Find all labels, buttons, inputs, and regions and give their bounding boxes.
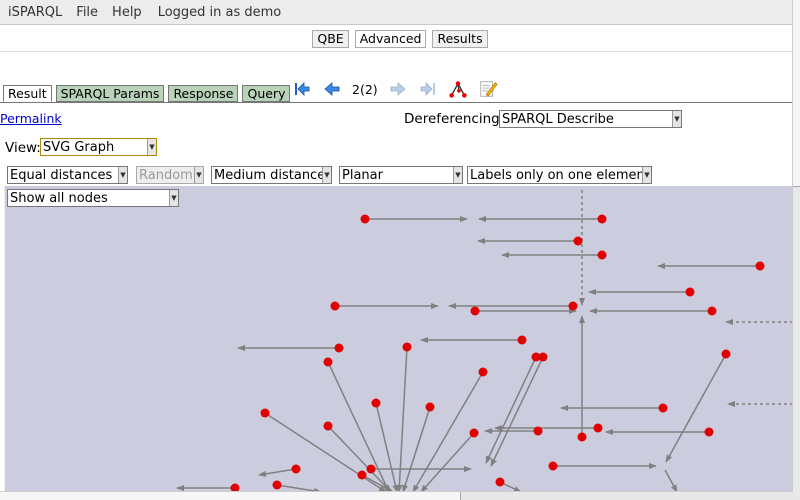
graph-node[interactable] — [533, 426, 543, 436]
tab-sparql-params[interactable]: SPARQL Params — [55, 85, 165, 102]
graph-node[interactable] — [548, 461, 558, 471]
horizontal-scrollbar[interactable] — [0, 491, 793, 500]
chevron-down-icon: ▼ — [147, 139, 156, 155]
vertical-scrollbar[interactable] — [792, 0, 800, 500]
tab-qbe[interactable]: QBE — [312, 30, 349, 48]
graph-node[interactable] — [478, 367, 488, 377]
graph-node[interactable] — [755, 261, 765, 271]
first-page-icon[interactable] — [292, 79, 312, 99]
labels-select[interactable]: Labels only on one element ▼ — [467, 166, 652, 184]
graph-edge — [485, 356, 537, 464]
graph-node[interactable] — [323, 357, 333, 367]
dereferencing-value: SPARQL Describe — [502, 112, 614, 127]
view-select[interactable]: SVG Graph ▼ — [40, 138, 157, 156]
chevron-down-icon: ▼ — [118, 167, 127, 183]
graph-node[interactable] — [597, 250, 607, 260]
tab-query[interactable]: Query — [242, 85, 291, 102]
view-label: View: — [5, 140, 41, 156]
chevron-down-icon: ▼ — [194, 167, 203, 183]
tab-result[interactable]: Result — [3, 85, 52, 102]
graph-node[interactable] — [470, 306, 480, 316]
graph-node[interactable] — [577, 432, 587, 442]
login-status: Logged in as demo — [157, 4, 282, 20]
graph-node[interactable] — [685, 287, 695, 297]
graph-node[interactable] — [538, 352, 548, 362]
top-tabs: QBE Advanced Results — [0, 30, 800, 48]
graph-node[interactable] — [495, 477, 505, 487]
result-tabs: Result SPARQL Params Response Query — [3, 84, 291, 102]
graph-node[interactable] — [366, 464, 376, 474]
graph-node[interactable] — [704, 427, 714, 437]
edit-query-icon[interactable] — [478, 79, 498, 99]
graph-edge — [490, 356, 544, 467]
graph-edge — [402, 406, 431, 492]
graph-node[interactable] — [517, 335, 527, 345]
tab-advanced[interactable]: Advanced — [354, 30, 427, 48]
graph-node[interactable] — [272, 480, 282, 490]
graph-svg[interactable] — [5, 186, 794, 492]
nodes-value: Show all nodes — [10, 191, 108, 206]
last-page-icon — [418, 79, 438, 99]
scroll-thumb[interactable] — [793, 0, 800, 187]
menu-file[interactable]: File — [76, 5, 98, 20]
navigation-toolbar: 2(2) — [292, 76, 498, 102]
graph-edge — [664, 469, 678, 492]
graph-view-icon[interactable] — [448, 79, 468, 99]
next-page-icon — [388, 79, 408, 99]
chevron-down-icon: ▼ — [672, 111, 681, 127]
graph-node[interactable] — [469, 428, 479, 438]
graph-node[interactable] — [658, 403, 668, 413]
graph-node[interactable] — [707, 306, 717, 316]
nodes-select[interactable]: Show all nodes ▼ — [7, 189, 179, 207]
graph-node[interactable] — [425, 402, 435, 412]
layout-value: Planar — [342, 168, 383, 183]
graph-node[interactable] — [597, 214, 607, 224]
view-value: SVG Graph — [43, 140, 115, 155]
graph-node[interactable] — [334, 343, 344, 353]
graph-node[interactable] — [402, 342, 412, 352]
graph-edge — [327, 425, 392, 492]
graph-edge — [665, 353, 727, 463]
app-name: iSPARQL — [8, 4, 63, 20]
chevron-down-icon: ▼ — [642, 167, 651, 183]
tab-underline — [0, 102, 793, 103]
dereferencing-label: Dereferencing: — [404, 111, 505, 127]
graph-node[interactable] — [323, 421, 333, 431]
graph-node[interactable] — [360, 214, 370, 224]
graph-edge — [420, 432, 475, 492]
graph-node[interactable] — [371, 398, 381, 408]
medium-distance-value: Medium distance — [214, 168, 326, 183]
dereferencing-select[interactable]: SPARQL Describe ▼ — [499, 110, 682, 128]
chevron-down-icon: ▼ — [322, 167, 331, 183]
permalink-link[interactable]: Permalink — [0, 111, 62, 126]
chevron-down-icon: ▼ — [169, 190, 178, 206]
menu-help[interactable]: Help — [112, 5, 142, 20]
previous-page-icon[interactable] — [322, 79, 342, 99]
graph-edge — [258, 468, 297, 477]
graph-node[interactable] — [330, 301, 340, 311]
graph-node[interactable] — [573, 236, 583, 246]
graph-edge — [396, 346, 408, 492]
page-indicator: 2(2) — [352, 81, 378, 97]
graph-node[interactable] — [260, 408, 270, 418]
layout-select[interactable]: Planar ▼ — [339, 166, 463, 184]
random-value: Random — [139, 168, 193, 183]
graph-node[interactable] — [357, 470, 367, 480]
distance-select[interactable]: Equal distances ▼ — [7, 166, 128, 184]
tab-results[interactable]: Results — [432, 30, 488, 48]
menu-bar: iSPARQL File Help Logged in as demo — [0, 0, 800, 25]
graph-node[interactable] — [721, 349, 731, 359]
tab-response[interactable]: Response — [168, 85, 239, 102]
graph-node[interactable] — [291, 464, 301, 474]
graph-node[interactable] — [568, 301, 578, 311]
graph-node[interactable] — [593, 423, 603, 433]
distance-value: Equal distances — [10, 168, 113, 183]
chevron-down-icon: ▼ — [453, 167, 462, 183]
labels-value: Labels only on one element — [470, 168, 650, 183]
divider — [0, 51, 793, 52]
scroll-thumb[interactable] — [0, 492, 461, 500]
medium-distance-select[interactable]: Medium distance ▼ — [211, 166, 332, 184]
random-select: Random ▼ — [136, 166, 204, 184]
svg-graph-canvas[interactable] — [4, 186, 794, 492]
